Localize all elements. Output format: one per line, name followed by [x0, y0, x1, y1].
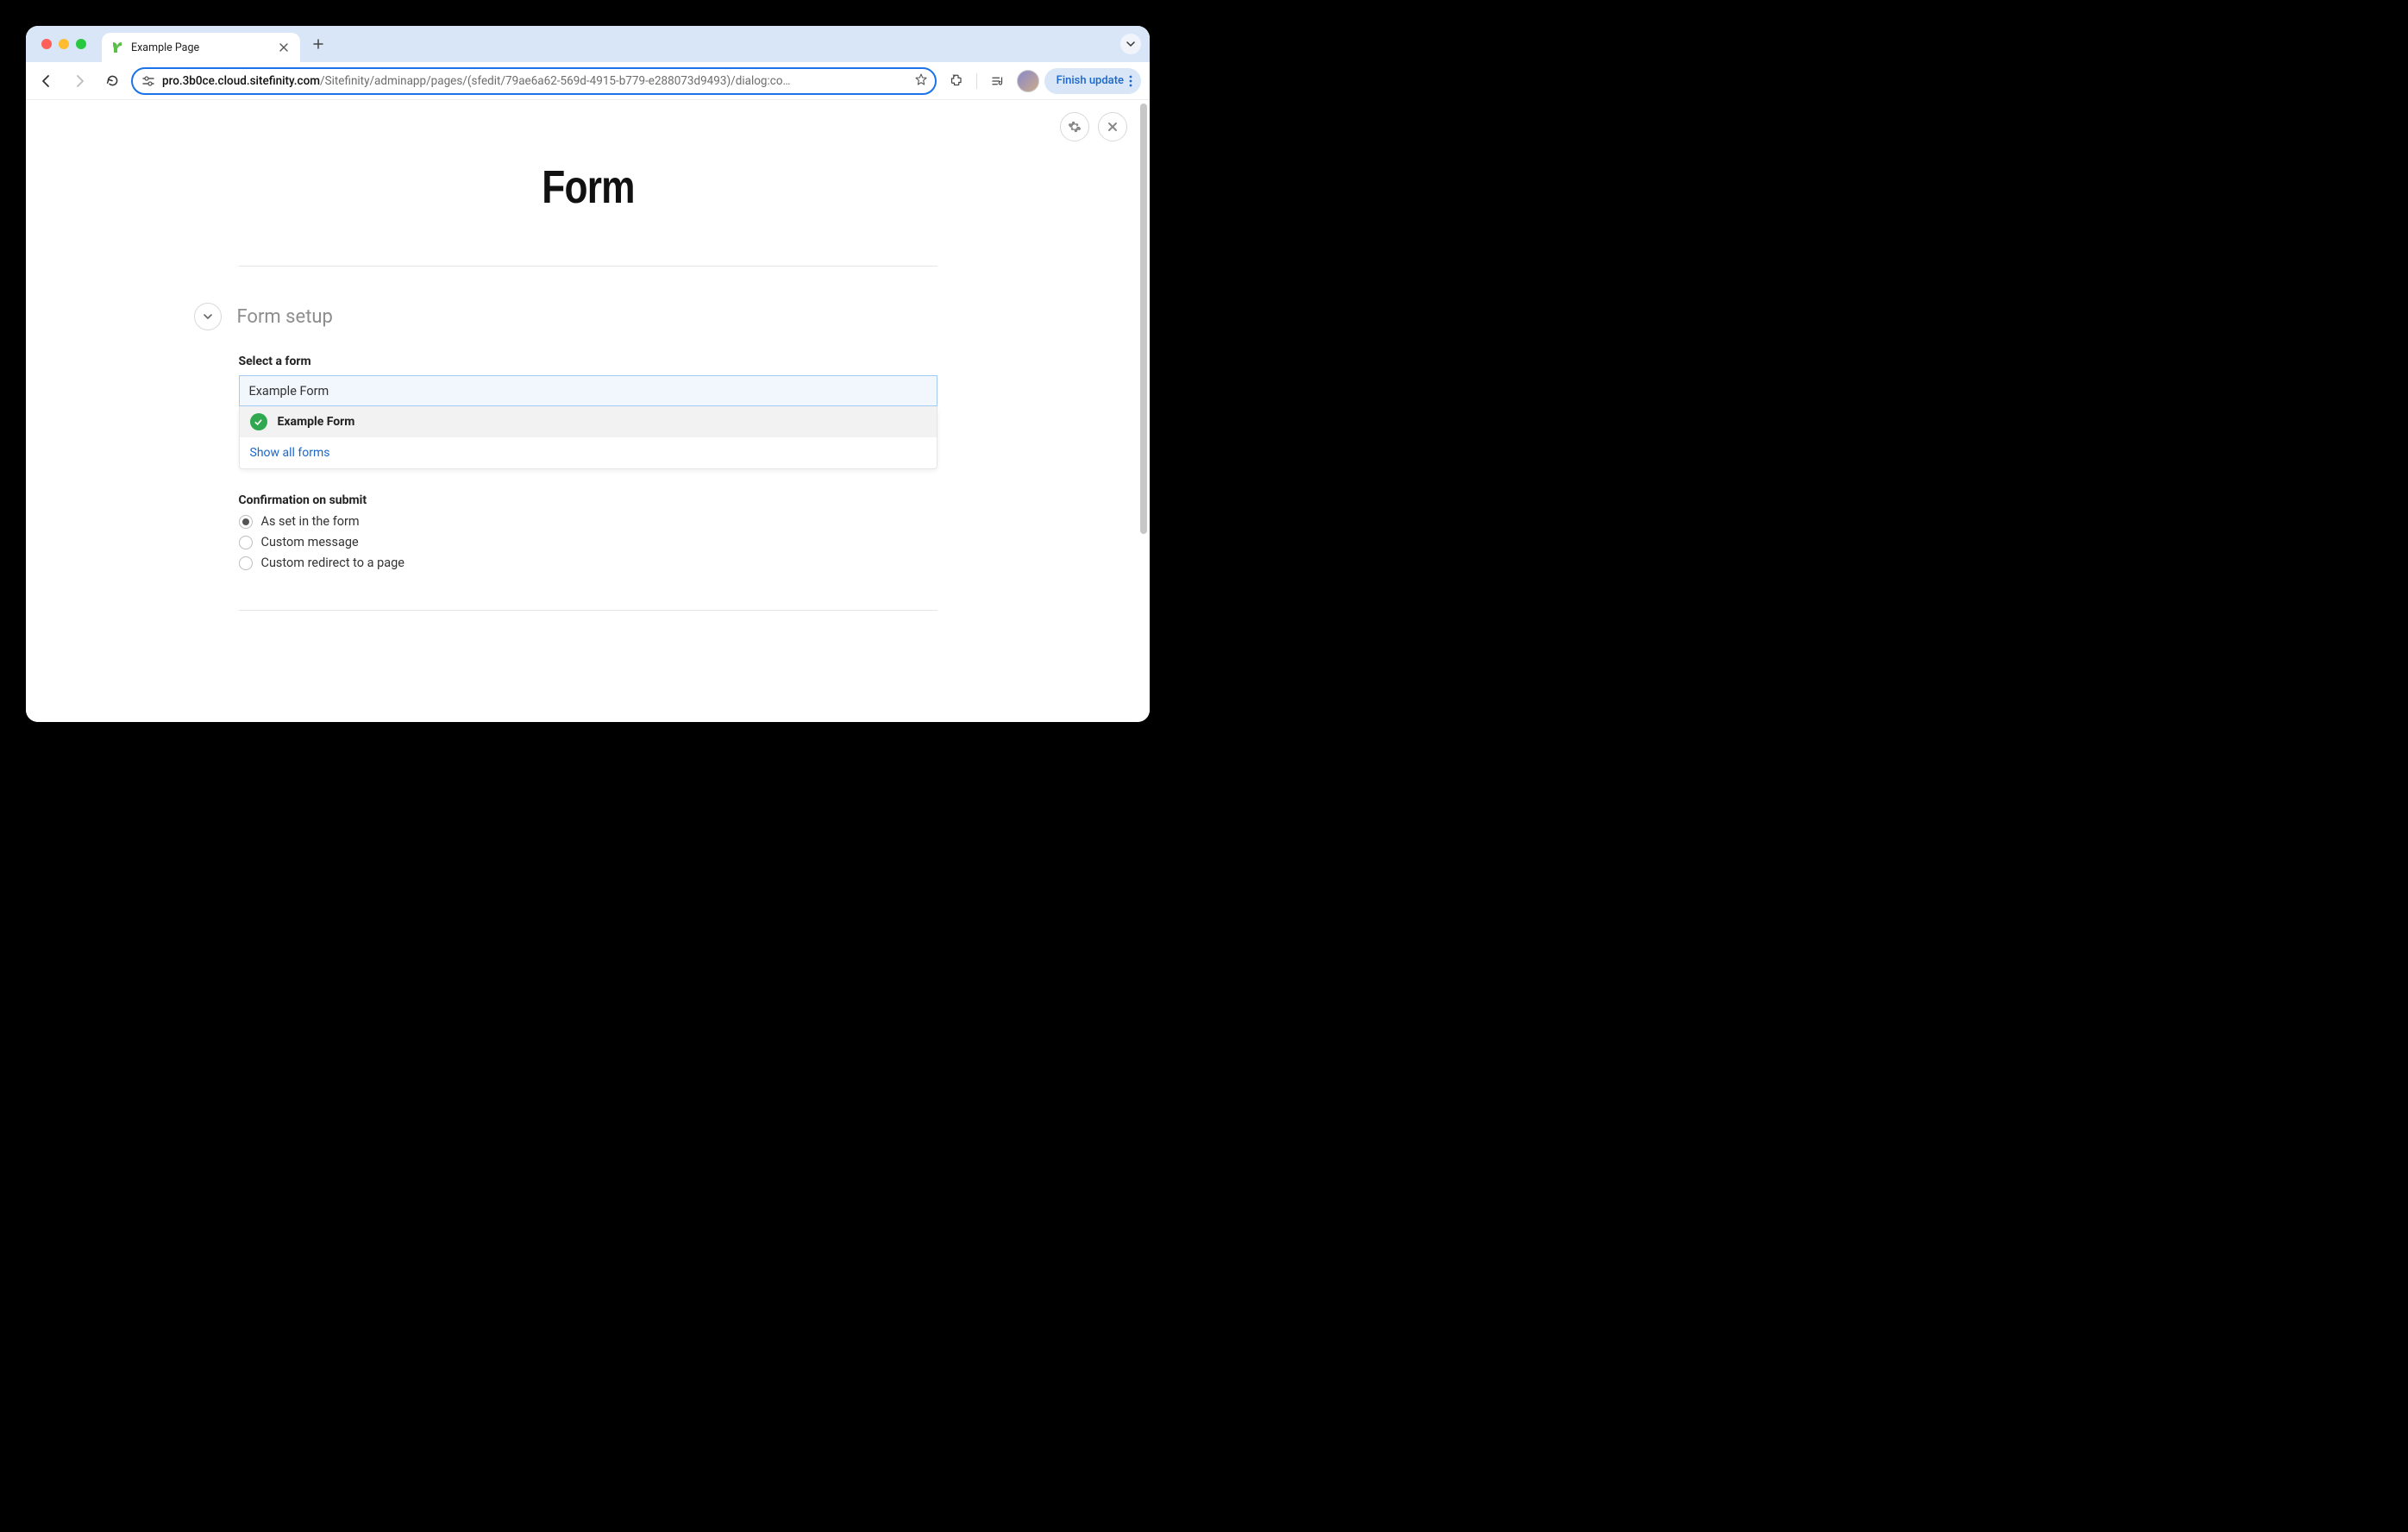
- select-form-input[interactable]: [239, 375, 937, 406]
- browser-toolbar: pro.3b0ce.cloud.sitefinity.com/Sitefinit…: [26, 62, 1150, 100]
- section-divider-bottom: [239, 610, 937, 611]
- form-dropdown: Example Form Show all forms: [239, 406, 937, 469]
- media-control-icon[interactable]: [984, 67, 1012, 95]
- tab-strip: Example Page: [26, 26, 1150, 62]
- page-viewport: Form Form setup Select a form: [26, 100, 1150, 722]
- tab-title: Example Page: [131, 41, 199, 54]
- section-header: Form setup: [239, 303, 937, 330]
- address-bar[interactable]: pro.3b0ce.cloud.sitefinity.com/Sitefinit…: [131, 67, 937, 95]
- sitefinity-icon: [110, 41, 124, 54]
- dialog-top-actions: [1060, 112, 1127, 141]
- reload-button[interactable]: [98, 67, 126, 95]
- window-close-button[interactable]: [41, 39, 52, 49]
- toolbar-divider: [976, 73, 977, 89]
- finish-update-button[interactable]: Finish update: [1044, 68, 1141, 94]
- section-collapse-button[interactable]: [194, 303, 222, 330]
- scrollbar[interactable]: [1139, 104, 1148, 719]
- settings-button[interactable]: [1060, 112, 1089, 141]
- radio-as-set-in-form[interactable]: As set in the form: [239, 514, 937, 529]
- radio-label: As set in the form: [261, 514, 360, 529]
- close-icon: [1107, 122, 1118, 132]
- window-fullscreen-button[interactable]: [76, 39, 86, 49]
- url-path: /Sitefinity/adminapp/pages/(sfedit/79ae6…: [320, 74, 791, 88]
- window-minimize-button[interactable]: [59, 39, 69, 49]
- form-config-panel: Form Form setup Select a form: [187, 100, 989, 645]
- tab-close-button[interactable]: [276, 40, 292, 55]
- tab-list-button[interactable]: [1120, 34, 1141, 54]
- form-dropdown-option-label: Example Form: [278, 415, 355, 429]
- url-domain: pro.3b0ce.cloud.sitefinity.com: [162, 74, 320, 88]
- close-dialog-button[interactable]: [1098, 112, 1127, 141]
- form-dropdown-option[interactable]: Example Form: [240, 406, 937, 437]
- show-all-forms-link[interactable]: Show all forms: [240, 437, 937, 468]
- radio-icon: [239, 515, 253, 529]
- back-button[interactable]: [33, 67, 60, 95]
- profile-avatar[interactable]: [1017, 70, 1039, 92]
- radio-custom-message[interactable]: Custom message: [239, 535, 937, 549]
- confirmation-group-label: Confirmation on submit: [239, 493, 937, 507]
- update-label: Finish update: [1057, 74, 1124, 87]
- check-circle-icon: [250, 413, 267, 430]
- select-form-label: Select a form: [239, 355, 937, 368]
- gear-icon: [1068, 120, 1082, 134]
- scrollbar-thumb[interactable]: [1140, 104, 1147, 534]
- page-title: Form: [301, 160, 874, 214]
- bookmark-star-icon[interactable]: [914, 72, 928, 90]
- radio-custom-redirect[interactable]: Custom redirect to a page: [239, 556, 937, 570]
- browser-window: Example Page pro.3b0ce.cloud.sitefin: [26, 26, 1150, 722]
- browser-tab[interactable]: Example Page: [102, 33, 300, 62]
- site-settings-icon[interactable]: [141, 74, 155, 88]
- chevron-down-icon: [203, 311, 213, 322]
- radio-label: Custom redirect to a page: [261, 556, 404, 570]
- forward-button[interactable]: [66, 67, 93, 95]
- radio-icon: [239, 556, 253, 570]
- window-controls: [26, 39, 102, 49]
- confirmation-group: Confirmation on submit As set in the for…: [239, 493, 937, 570]
- new-tab-button[interactable]: [305, 31, 331, 57]
- extensions-icon[interactable]: [942, 67, 969, 95]
- section-divider: [239, 266, 937, 267]
- url-text: pro.3b0ce.cloud.sitefinity.com/Sitefinit…: [162, 74, 907, 88]
- kebab-icon: [1129, 75, 1132, 87]
- section-title: Form setup: [237, 306, 333, 328]
- select-form-field: Select a form Example Form Show all form…: [239, 355, 937, 469]
- radio-icon: [239, 536, 253, 549]
- radio-label: Custom message: [261, 535, 359, 549]
